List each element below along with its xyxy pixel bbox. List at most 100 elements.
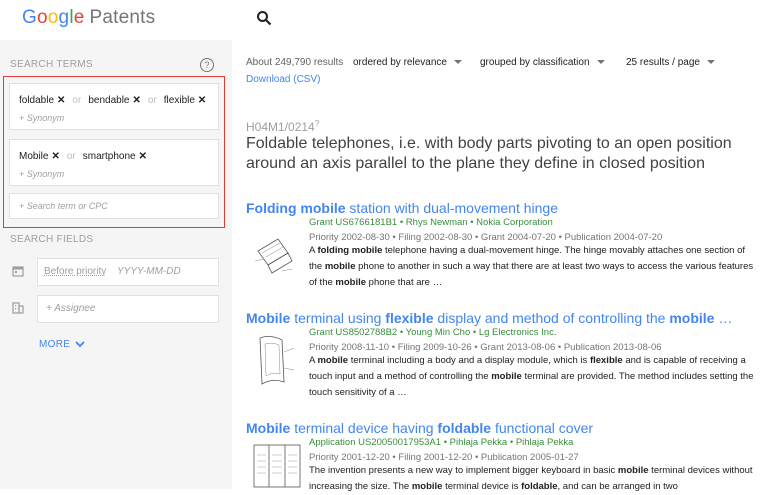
highlighted-term: Mobile (246, 420, 291, 436)
assignee-field[interactable]: + Assignee (37, 295, 219, 323)
term-group-2[interactable]: Mobile ✕ or smartphone ✕ + Synonym (9, 139, 219, 186)
result-grant[interactable]: Grant US6766181B1 • Rhys Newman • Nokia … (309, 217, 553, 228)
caret-down-icon (596, 60, 605, 65)
close-icon[interactable]: ✕ (139, 151, 147, 162)
result-snippet: A mobile terminal including a body and a… (309, 353, 759, 401)
chevron-down-icon (75, 341, 85, 348)
result-snippet: A folding mobile telephone having a dual… (309, 243, 759, 291)
search-terms-label: SEARCH TERMS (10, 59, 93, 70)
highlighted-term: mobile (669, 310, 715, 326)
app-header: Google Patents (0, 0, 768, 40)
help-icon[interactable]: ? (200, 58, 214, 72)
logo-letter: g (58, 7, 70, 28)
term-chip[interactable]: flexible ✕ (164, 95, 207, 106)
result-grant[interactable]: Grant US8502788B2 • Young Min Cho • Lg E… (309, 327, 556, 338)
text-run: terminal including a body and a display … (348, 355, 590, 366)
patent-drawing-thumbnail[interactable] (252, 332, 298, 392)
term-group-1[interactable]: foldable ✕ or bendable ✕ or flexible ✕ + Synony… (9, 83, 219, 130)
patent-drawing-thumbnail[interactable] (252, 441, 302, 489)
result-dates: Priority 2001-12-20 • Filing 2001-12-20 … (309, 452, 579, 463)
assignee-placeholder: + Assignee (46, 303, 96, 314)
result-count: About 249,790 results (246, 57, 344, 68)
or-separator: or (147, 95, 157, 106)
google-patents-logo[interactable]: Google Patents (22, 7, 155, 29)
text-run: station with dual-movement hinge (345, 200, 558, 216)
building-icon (12, 302, 24, 314)
highlighted-term: mobile (335, 277, 367, 288)
highlighted-term: flexible (589, 355, 623, 366)
order-dropdown[interactable]: ordered by relevance (353, 57, 462, 68)
text-run: phone that are … (366, 277, 443, 288)
text-run: display and method of controlling the (433, 310, 670, 326)
cpc-description: Foldable telephones, i.e. with body part… (246, 135, 732, 172)
text-run: The invention presents a new way to impl… (309, 465, 618, 476)
order-label: ordered by relevance (353, 57, 447, 68)
add-synonym-input[interactable]: + Synonym (19, 113, 64, 123)
text-run: functional cover (491, 420, 594, 436)
result-snippet: The invention presents a new way to impl… (309, 463, 759, 495)
more-label: MORE (39, 339, 71, 350)
group-dropdown[interactable]: grouped by classification (480, 57, 605, 68)
logo-letter: e (73, 7, 85, 28)
or-separator: or (66, 151, 76, 162)
highlighted-term: mobile (491, 371, 522, 382)
patent-drawing-thumbnail[interactable] (252, 231, 298, 277)
result-dates: Priority 2008-11-10 • Filing 2009-10-26 … (309, 342, 662, 353)
highlighted-term: Folding mobile (246, 200, 346, 216)
before-priority-label: Before priority (44, 266, 107, 277)
logo-patents-text: Patents (89, 7, 156, 28)
or-separator: or (72, 95, 82, 106)
result-title[interactable]: Mobile terminal device having foldable f… (246, 420, 593, 436)
add-synonym-input[interactable]: + Synonym (19, 169, 64, 179)
chip-label: smartphone (82, 151, 136, 162)
result-grant[interactable]: Application US20050017953A1 • Pihlaja Pe… (309, 437, 573, 448)
search-term-input[interactable]: + Search term or CPC (9, 193, 219, 219)
result-title[interactable]: Folding mobile station with dual-movemen… (246, 200, 558, 216)
highlighted-term: foldable (437, 420, 492, 436)
logo-letter: o (36, 7, 48, 28)
result-title[interactable]: Mobile terminal using flexible display a… (246, 310, 732, 326)
download-csv-link[interactable]: Download (CSV) (246, 74, 320, 85)
group-label: grouped by classification (480, 57, 590, 68)
highlighted-term: mobile (317, 355, 349, 366)
highlighted-term: mobile (617, 465, 649, 476)
per-page-label: 25 results / page (626, 57, 700, 68)
per-page-dropdown[interactable]: 25 results / page (626, 57, 715, 68)
text-run: , and can be arranged in two (557, 481, 678, 492)
cpc-code-text: H04M1/0214 (246, 120, 315, 134)
highlighted-term: folding mobile (317, 245, 383, 256)
chip-label: bendable (88, 95, 130, 106)
highlighted-term: foldable (521, 481, 558, 492)
logo-letter: G (22, 7, 37, 28)
cpc-help[interactable]: ? (315, 119, 319, 128)
calendar-icon (12, 266, 24, 277)
text-run: terminal using (290, 310, 386, 326)
term-chip[interactable]: smartphone ✕ (83, 151, 147, 162)
chip-label: flexible (163, 95, 195, 106)
text-run: … (714, 310, 733, 326)
cpc-code[interactable]: H04M1/0214? (246, 119, 319, 134)
close-icon[interactable]: ✕ (57, 95, 65, 106)
result-dates: Priority 2002-08-30 • Filing 2002-08-30 … (309, 232, 663, 243)
term-chip[interactable]: bendable ✕ (88, 95, 141, 106)
search-term-placeholder: + Search term or CPC (19, 201, 108, 211)
close-icon[interactable]: ✕ (51, 151, 59, 162)
highlighted-term: mobile (324, 261, 356, 272)
logo-letter: o (47, 7, 59, 28)
text-run: terminal device is (442, 481, 522, 492)
text-run: terminal device having (290, 420, 438, 436)
caret-down-icon (706, 60, 715, 65)
date-placeholder: YYYY-MM-DD (117, 266, 181, 277)
caret-down-icon (453, 60, 462, 65)
close-icon[interactable]: ✕ (132, 95, 140, 106)
chip-label: foldable (19, 95, 55, 106)
highlighted-term: mobile (411, 481, 443, 492)
term-chip[interactable]: foldable ✕ (19, 95, 65, 106)
more-fields-button[interactable]: MORE (39, 339, 85, 350)
highlighted-term: flexible (385, 310, 434, 326)
search-icon[interactable] (256, 10, 272, 26)
before-priority-field[interactable]: Before priority YYYY-MM-DD (37, 258, 219, 286)
search-fields-label: SEARCH FIELDS (10, 234, 94, 245)
close-icon[interactable]: ✕ (198, 95, 206, 106)
term-chip[interactable]: Mobile ✕ (19, 151, 60, 162)
